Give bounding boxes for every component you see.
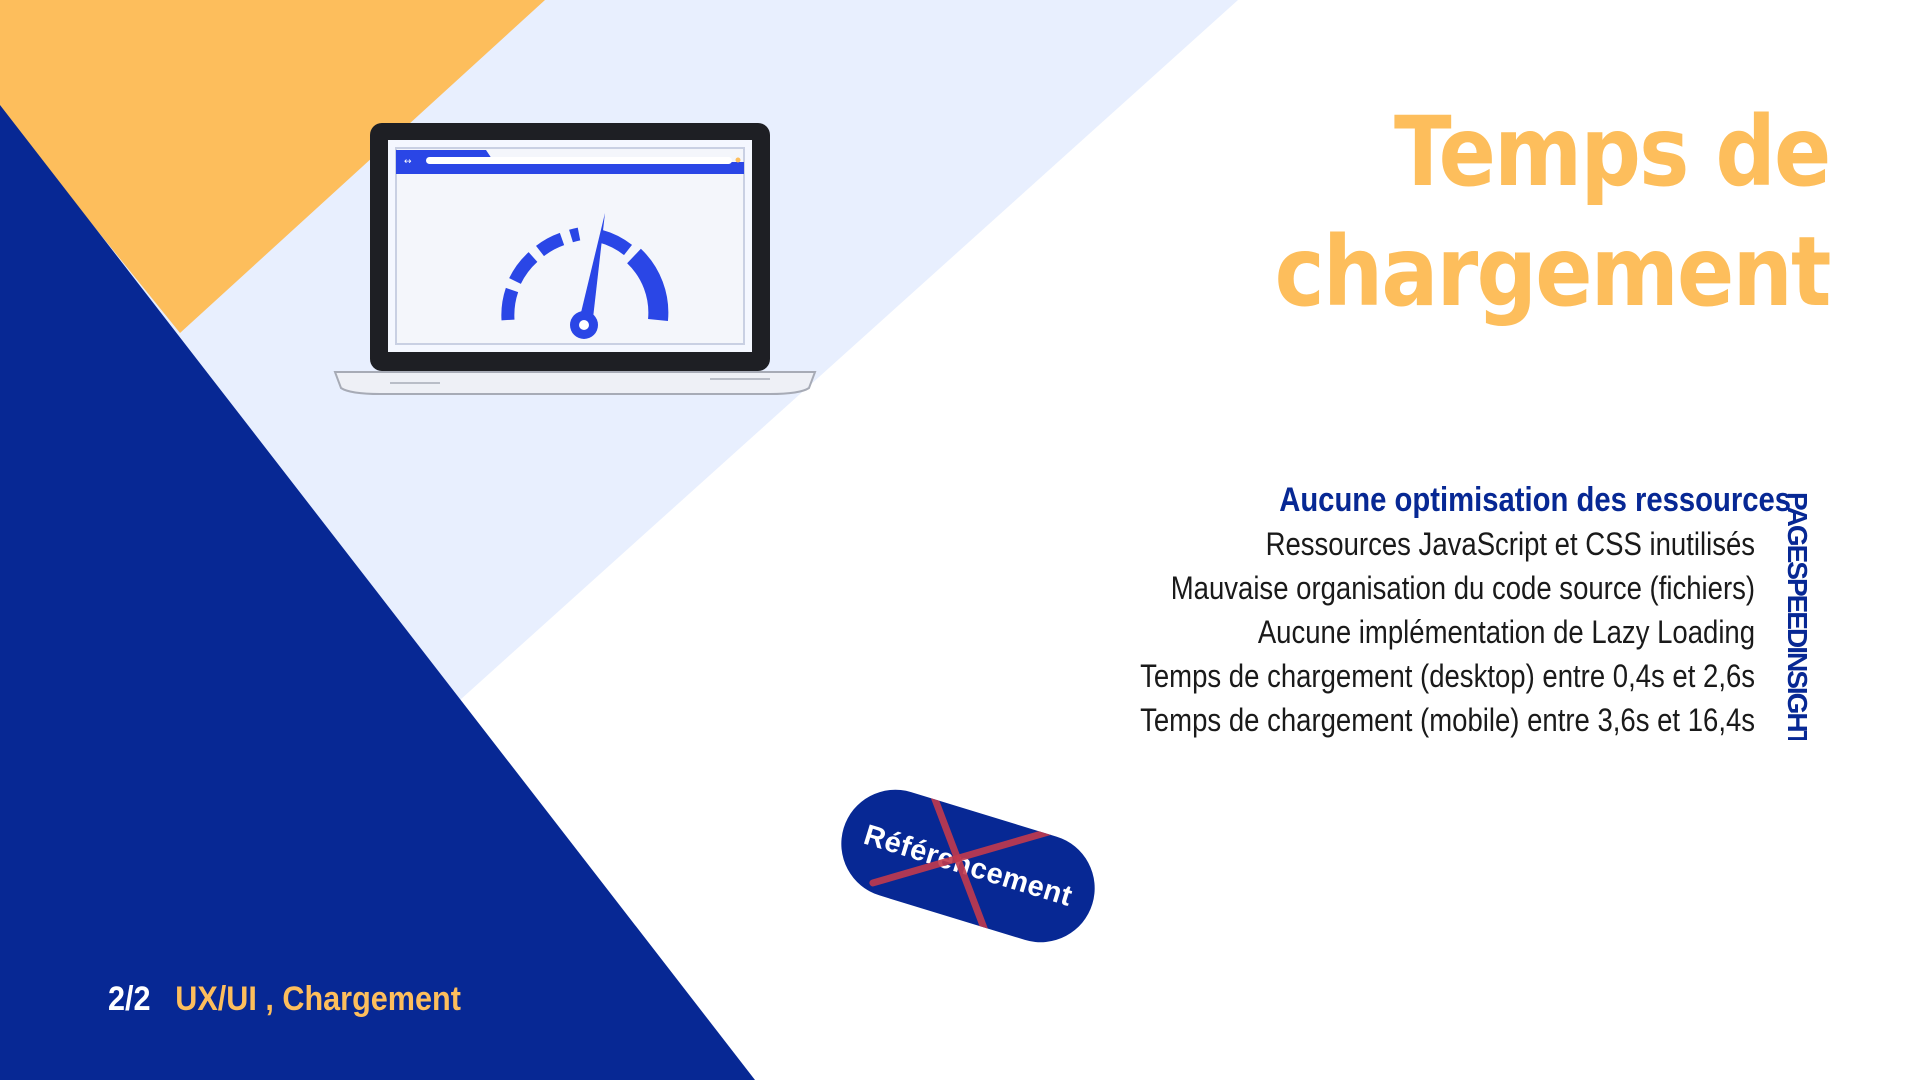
page-number: 2/2 [108,980,151,1018]
list-item: Temps de chargement (desktop) entre 0,4s… [1140,658,1755,694]
slide-footer: 2/2 UX/UI , Chargement [108,980,461,1019]
list-item: Ressources JavaScript et CSS inutilisés [1265,526,1755,562]
issues-list: Aucune optimisation des ressources Resso… [1040,478,1791,742]
vertical-side-label: PAGESPEEDINSIGHT [1782,492,1813,740]
list-item: Mauvaise organisation du code source (fi… [1170,570,1755,606]
title-line-2: chargement [1275,216,1832,328]
section-heading: Aucune optimisation des ressources [1279,481,1791,519]
svg-text:↔: ↔ [404,157,412,167]
slide-title: Temps de chargement [1275,92,1832,332]
laptop-icon: ↔ [333,123,817,395]
title-line-1: Temps de [1394,96,1831,208]
list-item: Temps de chargement (mobile) entre 3,6s … [1140,702,1755,738]
list-item: Aucune implémentation de Lazy Loading [1257,614,1755,650]
footer-tags: UX/UI , Chargement [175,980,461,1018]
